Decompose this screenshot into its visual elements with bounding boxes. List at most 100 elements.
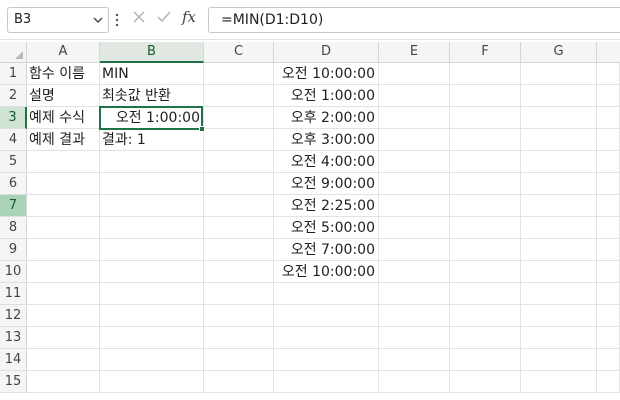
grid-cell[interactable] — [204, 195, 274, 217]
grid-cell[interactable] — [379, 107, 450, 129]
grid-cell[interactable] — [379, 63, 450, 85]
grid-cell[interactable] — [274, 349, 379, 371]
grid-cell[interactable] — [379, 283, 450, 305]
grid-cell[interactable] — [274, 283, 379, 305]
grid-cell[interactable] — [100, 195, 204, 217]
cell-a4[interactable]: 예제 결과 — [27, 129, 100, 151]
grid-cell[interactable] — [27, 283, 100, 305]
row-header-8[interactable]: 8 — [0, 217, 27, 239]
grid-cell[interactable] — [597, 239, 620, 261]
cell-d1[interactable]: 오전 10:00:00 — [274, 63, 379, 85]
grid-cell[interactable] — [100, 327, 204, 349]
row-header-7[interactable]: 7 — [0, 195, 27, 217]
grid-cell[interactable] — [450, 283, 521, 305]
grid-cell[interactable] — [597, 107, 620, 129]
column-header-g[interactable]: G — [521, 42, 597, 63]
grid-cell[interactable] — [521, 327, 597, 349]
insert-function-icon[interactable]: fx — [182, 8, 196, 26]
grid-cell[interactable] — [521, 239, 597, 261]
grid-cell[interactable] — [521, 63, 597, 85]
grid-cell[interactable] — [100, 217, 204, 239]
column-header-c[interactable]: C — [204, 42, 274, 63]
cell-d3[interactable]: 오후 2:00:00 — [274, 107, 379, 129]
grid-cell[interactable] — [521, 283, 597, 305]
grid-cell[interactable] — [379, 217, 450, 239]
grid-cell[interactable] — [100, 173, 204, 195]
grid-cell[interactable] — [597, 63, 620, 85]
row-header-5[interactable]: 5 — [0, 151, 27, 173]
grid-cell[interactable] — [597, 305, 620, 327]
grid-cell[interactable] — [521, 107, 597, 129]
grid-cell[interactable] — [379, 129, 450, 151]
grid-cell[interactable] — [450, 195, 521, 217]
fill-handle[interactable] — [199, 126, 205, 132]
grid-cell[interactable] — [521, 173, 597, 195]
grid-cell[interactable] — [597, 327, 620, 349]
cell-a3[interactable]: 예제 수식 — [27, 107, 100, 129]
grid-cell[interactable] — [204, 239, 274, 261]
cell-d4[interactable]: 오후 3:00:00 — [274, 129, 379, 151]
grid-cell[interactable] — [521, 85, 597, 107]
cell-b2[interactable]: 최솟값 반환 — [100, 85, 204, 107]
column-header-e[interactable]: E — [379, 42, 450, 63]
row-header-2[interactable]: 2 — [0, 85, 27, 107]
grid-cell[interactable] — [204, 371, 274, 393]
grid-cell[interactable] — [100, 305, 204, 327]
grid-cell[interactable] — [274, 327, 379, 349]
grid-cell[interactable] — [204, 85, 274, 107]
grid-cell[interactable] — [597, 283, 620, 305]
grid-cell[interactable] — [450, 305, 521, 327]
grid-cell[interactable] — [521, 129, 597, 151]
row-header-15[interactable]: 15 — [0, 371, 27, 393]
row-header-6[interactable]: 6 — [0, 173, 27, 195]
grid-cell[interactable] — [100, 371, 204, 393]
grid-cell[interactable] — [274, 371, 379, 393]
grid-cell[interactable] — [27, 327, 100, 349]
grid-cell[interactable] — [204, 283, 274, 305]
cell-d5[interactable]: 오전 4:00:00 — [274, 151, 379, 173]
grid-cell[interactable] — [450, 151, 521, 173]
row-header-4[interactable]: 4 — [0, 129, 27, 151]
grid-cell[interactable] — [521, 217, 597, 239]
row-header-11[interactable]: 11 — [0, 283, 27, 305]
grid-cell[interactable] — [100, 239, 204, 261]
grid-cell[interactable] — [100, 349, 204, 371]
grid-cell[interactable] — [27, 195, 100, 217]
grid-cell[interactable] — [521, 371, 597, 393]
grid-cell[interactable] — [204, 327, 274, 349]
cell-d8[interactable]: 오전 5:00:00 — [274, 217, 379, 239]
row-header-12[interactable]: 12 — [0, 305, 27, 327]
enter-icon[interactable] — [156, 10, 172, 28]
grid-cell[interactable] — [27, 261, 100, 283]
cell-d6[interactable]: 오전 9:00:00 — [274, 173, 379, 195]
grid-cell[interactable] — [597, 349, 620, 371]
cell-b1[interactable]: MIN — [100, 63, 204, 85]
grid-cell[interactable] — [27, 217, 100, 239]
cell-a2[interactable]: 설명 — [27, 85, 100, 107]
grid-cell[interactable] — [450, 349, 521, 371]
grid-cell[interactable] — [379, 305, 450, 327]
column-header-h[interactable] — [597, 42, 620, 63]
grid-cell[interactable] — [379, 239, 450, 261]
grid-cell[interactable] — [597, 129, 620, 151]
grid-cell[interactable] — [597, 371, 620, 393]
grid-cell[interactable] — [450, 107, 521, 129]
grid-cell[interactable] — [450, 217, 521, 239]
grid-cell[interactable] — [379, 151, 450, 173]
grid-cell[interactable] — [27, 371, 100, 393]
grid-cell[interactable] — [204, 217, 274, 239]
grid-cell[interactable] — [597, 261, 620, 283]
grid-cell[interactable] — [450, 173, 521, 195]
grid-cell[interactable] — [450, 261, 521, 283]
grid-cell[interactable] — [204, 261, 274, 283]
grid-cell[interactable] — [379, 173, 450, 195]
cell-d9[interactable]: 오전 7:00:00 — [274, 239, 379, 261]
grid-cell[interactable] — [450, 63, 521, 85]
formula-input[interactable]: =MIN(D1:D10) — [208, 7, 620, 33]
grid-cell[interactable] — [379, 85, 450, 107]
row-header-14[interactable]: 14 — [0, 349, 27, 371]
grid-cell[interactable] — [27, 151, 100, 173]
cell-d2[interactable]: 오전 1:00:00 — [274, 85, 379, 107]
cell-d10[interactable]: 오전 10:00:00 — [274, 261, 379, 283]
column-header-b[interactable]: B — [100, 42, 204, 63]
